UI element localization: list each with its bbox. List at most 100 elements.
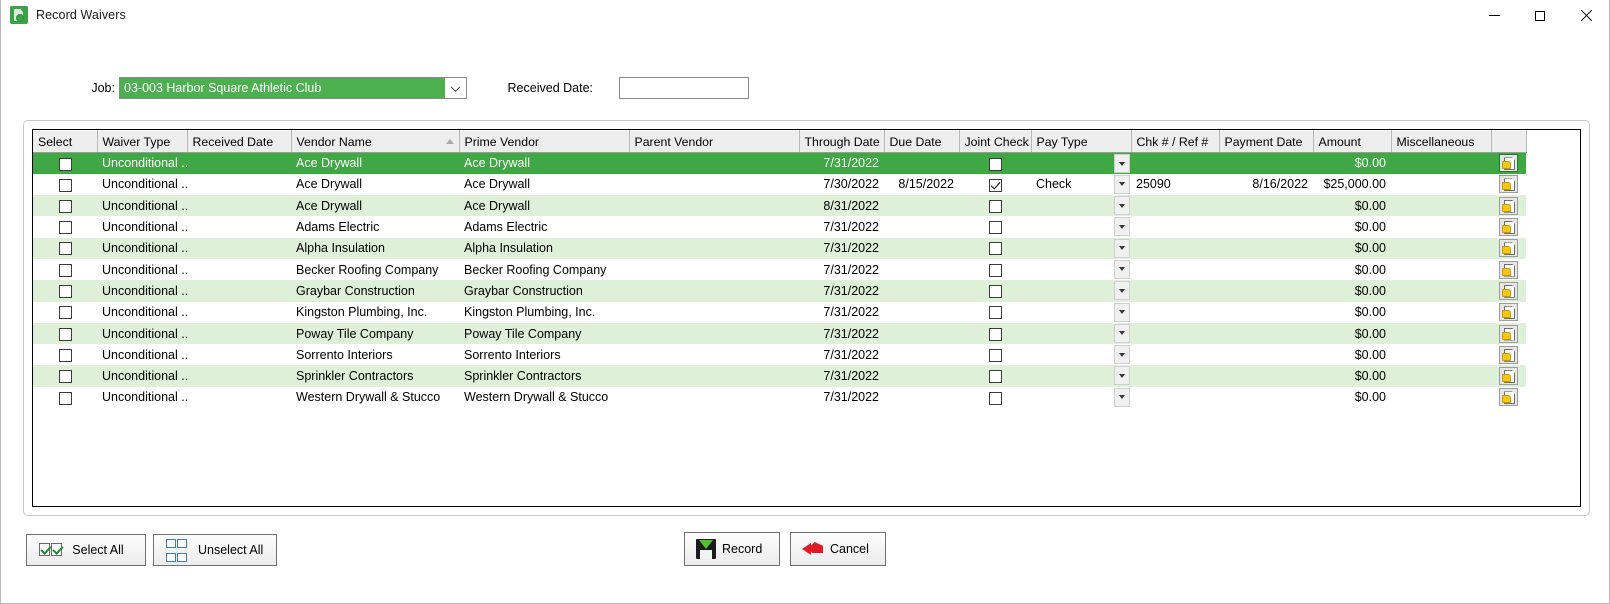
table-row[interactable]: Unconditional ... Ace Drywall Ace Drywall 7… <box>33 152 1526 174</box>
row-select-checkbox[interactable] <box>33 173 97 196</box>
checkbox-icon[interactable] <box>988 327 1002 341</box>
joint-check-checkbox[interactable] <box>959 195 1031 217</box>
table-row[interactable]: Unconditional ... Sorrento Interiors Sorre… <box>33 344 1526 366</box>
document-note-icon[interactable] <box>1499 175 1518 194</box>
cell-chk-ref[interactable] <box>1131 195 1219 217</box>
cell-amount[interactable]: $0.00 <box>1313 216 1391 238</box>
checkbox-icon[interactable] <box>988 285 1002 299</box>
cell-due-date[interactable] <box>884 216 959 238</box>
joint-check-checkbox[interactable] <box>959 301 1031 323</box>
cell-miscellaneous[interactable] <box>1391 237 1491 259</box>
cell-through-date[interactable]: 7/31/2022 <box>799 386 884 409</box>
document-note-icon[interactable] <box>1499 367 1518 386</box>
row-notes-button[interactable] <box>1491 152 1526 174</box>
cell-miscellaneous[interactable] <box>1391 216 1491 238</box>
col-header-received-date[interactable]: Received Date <box>187 130 292 153</box>
joint-check-checkbox[interactable] <box>959 152 1031 174</box>
cell-chk-ref[interactable] <box>1131 258 1219 281</box>
cell-amount[interactable]: $0.00 <box>1313 386 1391 409</box>
checkbox-icon[interactable] <box>58 263 72 277</box>
cell-chk-ref[interactable] <box>1131 216 1219 238</box>
cell-through-date[interactable]: 7/31/2022 <box>799 365 884 387</box>
checkbox-icon[interactable] <box>58 221 72 235</box>
checkbox-icon[interactable] <box>988 306 1002 320</box>
cell-through-date[interactable]: 7/31/2022 <box>799 322 884 345</box>
cell-payment-date[interactable] <box>1219 386 1313 409</box>
pay-type-chevron-down-icon[interactable] <box>1114 366 1130 386</box>
cell-miscellaneous[interactable] <box>1391 173 1491 196</box>
cell-chk-ref[interactable] <box>1131 386 1219 409</box>
cell-due-date[interactable] <box>884 365 959 387</box>
cell-pay-type[interactable] <box>1031 301 1131 323</box>
cell-through-date[interactable]: 7/31/2022 <box>799 258 884 281</box>
col-header-prime-vendor[interactable]: Prime Vendor <box>459 130 630 153</box>
cell-due-date[interactable] <box>884 152 959 174</box>
checkbox-icon[interactable] <box>58 306 72 320</box>
cell-payment-date[interactable] <box>1219 216 1313 238</box>
row-select-checkbox[interactable] <box>33 344 97 366</box>
row-notes-button[interactable] <box>1491 322 1526 345</box>
col-header-through-date[interactable]: Through Date <box>799 130 885 153</box>
row-select-checkbox[interactable] <box>33 216 97 238</box>
cell-payment-date[interactable] <box>1219 152 1313 174</box>
grid-horizontal-scrollbar[interactable] <box>33 492 1580 506</box>
cell-payment-date[interactable] <box>1219 258 1313 281</box>
cell-chk-ref[interactable] <box>1131 152 1219 174</box>
cell-pay-type[interactable]: Check <box>1031 173 1131 196</box>
checkbox-icon[interactable] <box>988 221 1002 235</box>
cell-received-date[interactable] <box>187 195 291 217</box>
cell-payment-date[interactable] <box>1219 280 1313 302</box>
col-header-select[interactable]: Select <box>33 130 98 153</box>
table-row[interactable]: Unconditional ... Western Drywall & Stucc… <box>33 386 1526 409</box>
cell-miscellaneous[interactable] <box>1391 280 1491 302</box>
table-row[interactable]: Unconditional ... Alpha Insulation Alpha I… <box>33 237 1526 259</box>
table-row[interactable]: Unconditional ... Ace Drywall Ace Drywall 8… <box>33 195 1526 217</box>
row-notes-button[interactable] <box>1491 365 1526 387</box>
cell-amount[interactable]: $0.00 <box>1313 152 1391 174</box>
cell-amount[interactable]: $0.00 <box>1313 237 1391 259</box>
pay-type-chevron-down-icon[interactable] <box>1114 259 1130 279</box>
checkbox-icon[interactable] <box>988 242 1002 256</box>
row-select-checkbox[interactable] <box>33 322 97 345</box>
document-note-icon[interactable] <box>1499 218 1518 237</box>
cell-miscellaneous[interactable] <box>1391 365 1491 387</box>
table-row[interactable]: Unconditional ... Kingston Plumbing, Inc.… <box>33 301 1526 323</box>
cell-through-date[interactable]: 8/31/2022 <box>799 195 884 217</box>
cell-payment-date[interactable]: 8/16/2022 <box>1219 173 1313 196</box>
checkbox-icon[interactable] <box>988 370 1002 384</box>
cell-amount[interactable]: $25,000.00 <box>1313 173 1391 196</box>
row-select-checkbox[interactable] <box>33 365 97 387</box>
cell-miscellaneous[interactable] <box>1391 386 1491 409</box>
cell-payment-date[interactable] <box>1219 344 1313 366</box>
cell-received-date[interactable] <box>187 258 291 281</box>
joint-check-checkbox[interactable] <box>959 386 1031 409</box>
cell-due-date[interactable] <box>884 258 959 281</box>
col-header-due-date[interactable]: Due Date <box>884 130 960 153</box>
checkbox-icon[interactable] <box>988 391 1002 405</box>
cell-miscellaneous[interactable] <box>1391 322 1491 345</box>
cell-pay-type[interactable] <box>1031 152 1131 174</box>
minimize-button[interactable] <box>1471 0 1517 31</box>
cell-received-date[interactable] <box>187 365 291 387</box>
cell-chk-ref[interactable] <box>1131 301 1219 323</box>
joint-check-checkbox[interactable] <box>959 344 1031 366</box>
job-dropdown[interactable]: 03-003 Harbor Square Athletic Club <box>119 77 467 99</box>
joint-check-checkbox[interactable] <box>959 258 1031 281</box>
pay-type-chevron-down-icon[interactable] <box>1114 302 1130 322</box>
cell-pay-type[interactable] <box>1031 280 1131 302</box>
col-header-pay-type[interactable]: Pay Type <box>1031 130 1132 153</box>
col-header-waiver-type[interactable]: Waiver Type <box>97 130 188 153</box>
row-notes-button[interactable] <box>1491 237 1526 259</box>
cell-pay-type[interactable] <box>1031 386 1131 409</box>
cell-due-date[interactable] <box>884 237 959 259</box>
pay-type-chevron-down-icon[interactable] <box>1114 154 1130 173</box>
close-button[interactable] <box>1563 0 1609 31</box>
cell-through-date[interactable]: 7/31/2022 <box>799 344 884 366</box>
col-header-action[interactable] <box>1491 130 1527 153</box>
joint-check-checkbox[interactable] <box>959 280 1031 302</box>
col-header-vendor-name[interactable]: Vendor Name <box>291 130 460 153</box>
cell-due-date[interactable] <box>884 280 959 302</box>
cell-pay-type[interactable] <box>1031 344 1131 366</box>
pay-type-chevron-down-icon[interactable] <box>1114 323 1130 343</box>
col-header-joint-check[interactable]: Joint Check <box>959 130 1032 153</box>
